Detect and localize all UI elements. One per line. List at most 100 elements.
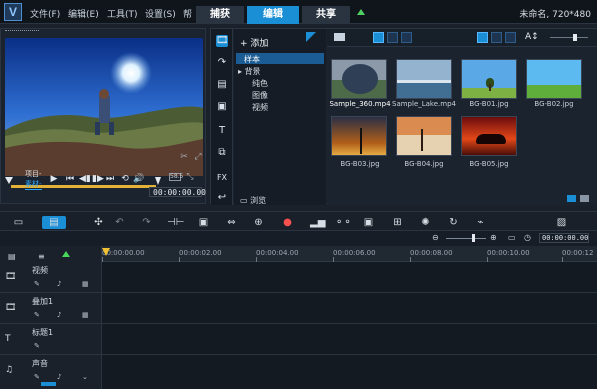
audio-mixer-icon[interactable]: ▂▅	[310, 216, 325, 229]
subtitle-icon[interactable]: ⊞	[391, 216, 404, 229]
repeat-icon[interactable]: ⟲	[120, 174, 130, 184]
thumb-bg-b03[interactable]	[331, 116, 387, 156]
auto-music-icon[interactable]: ⚬⚬	[335, 216, 352, 229]
grid-icon[interactable]: ▦	[82, 311, 90, 319]
expand-icon[interactable]: ⌄	[82, 373, 90, 381]
fit-project-icon[interactable]: ▨	[555, 216, 568, 229]
folder-video[interactable]: 视频	[252, 102, 268, 113]
prev-frame-icon[interactable]: ◀▮	[79, 174, 91, 184]
clock-icon[interactable]: ◷	[524, 233, 531, 242]
menu-file[interactable]: 文件(F)	[30, 7, 60, 20]
thumb-size-slider[interactable]	[550, 37, 588, 38]
edit-icon[interactable]: ✎	[34, 280, 42, 288]
thumb-bg-b01[interactable]	[461, 59, 517, 99]
library-options-icon[interactable]	[580, 195, 589, 202]
folder-image[interactable]: 图像	[252, 90, 268, 101]
panel-grip[interactable]	[5, 30, 39, 31]
trim-tool-icon[interactable]: ⇔	[225, 216, 238, 229]
mute-icon[interactable]: ♪	[57, 280, 65, 288]
detail-view-button[interactable]	[491, 32, 502, 43]
toolbox-icon[interactable]: ✣	[92, 216, 105, 229]
track-manager-icon[interactable]: ⊣⊢	[167, 216, 184, 229]
timeline-view-icon[interactable]: ▤	[42, 216, 66, 229]
thumb-bg-b02[interactable]	[526, 59, 582, 99]
trim-icon[interactable]: ✂	[179, 152, 189, 162]
speed-box[interactable]: 58.5	[169, 173, 183, 181]
playhead-icon[interactable]	[102, 248, 110, 256]
tab-edit[interactable]: 编辑	[247, 6, 299, 24]
mute-icon[interactable]: ♪	[57, 311, 65, 319]
audio-filter-button[interactable]	[401, 32, 412, 43]
edit-icon[interactable]: ✎	[34, 373, 42, 381]
effect-icon[interactable]: ⧉	[216, 147, 228, 159]
edit-icon[interactable]: ✎	[34, 342, 42, 350]
multi-trim-icon[interactable]: ⊕	[252, 216, 265, 229]
record-icon[interactable]: ●	[281, 216, 294, 229]
add-button[interactable]: + 添加	[240, 36, 268, 49]
transition-icon[interactable]: ↷	[216, 57, 228, 69]
edit-icon[interactable]: ✎	[34, 311, 42, 319]
storyboard-view-icon[interactable]: ▭	[12, 216, 25, 229]
thumb-bg-b05[interactable]	[461, 116, 517, 156]
menu-tools[interactable]: 工具(T)	[107, 7, 138, 20]
play-icon[interactable]: ▶	[49, 174, 59, 184]
grid-icon[interactable]: ▦	[82, 280, 90, 288]
menu-edit[interactable]: 编辑(E)	[68, 7, 99, 20]
library-panel-icon[interactable]	[567, 195, 576, 202]
path-icon[interactable]: ↩	[216, 192, 228, 204]
motion-tracking-icon[interactable]: ▣	[362, 216, 375, 229]
volume-icon[interactable]: 🔊	[133, 174, 144, 184]
browse-button[interactable]: ▭ 浏览	[240, 195, 266, 206]
scroll-thumb[interactable]	[41, 382, 56, 386]
folder-solid[interactable]: 纯色	[252, 78, 268, 89]
split-icon[interactable]: ⤢	[193, 152, 203, 162]
timelapse-icon[interactable]: ⌁	[474, 216, 487, 229]
sort-icon[interactable]: A↕	[525, 32, 539, 42]
zoom-handle[interactable]	[472, 234, 475, 242]
scrub-marker-start[interactable]	[5, 177, 13, 184]
track-manager-icon[interactable]: ▤	[8, 252, 16, 261]
add-chapter-icon[interactable]	[62, 251, 70, 257]
fit-icon[interactable]: ▭	[508, 233, 516, 242]
tab-capture[interactable]: 捕获	[196, 6, 244, 24]
mode-project[interactable]: 项目-	[25, 169, 42, 179]
next-frame-icon[interactable]: ▮▶	[92, 174, 104, 184]
end-icon[interactable]: ⏭	[105, 174, 115, 184]
zoom-slider[interactable]	[446, 238, 486, 239]
tab-share[interactable]: 共享	[302, 6, 350, 24]
title-icon[interactable]: ▤	[216, 79, 228, 91]
home-icon[interactable]: ⏮	[65, 174, 75, 184]
photo-filter-button[interactable]	[387, 32, 398, 43]
mute-icon[interactable]: ♪	[57, 373, 65, 381]
thumb-size-handle[interactable]	[573, 34, 577, 41]
project-timecode[interactable]: 00:00:00.00	[539, 233, 589, 243]
thumb-bg-b04[interactable]	[396, 116, 452, 156]
preview-timecode[interactable]: 00:00:00.00	[149, 187, 206, 197]
resize-icon[interactable]: ⤡	[185, 172, 195, 182]
multicam-icon[interactable]: ↻	[447, 216, 460, 229]
folder-background[interactable]: ▸ 背景	[238, 66, 261, 77]
thumb-sample-lake[interactable]	[396, 59, 452, 99]
zoom-in-icon[interactable]: ⊕	[490, 233, 497, 242]
scrub-marker-end[interactable]	[155, 177, 161, 185]
fx-icon[interactable]: FX	[216, 172, 228, 184]
folder-sample[interactable]: 样本	[244, 54, 260, 65]
menu-help[interactable]: 帮	[183, 7, 192, 20]
video-filter-button[interactable]	[373, 32, 384, 43]
thumb-sample-360[interactable]	[331, 59, 387, 99]
tracks-icon[interactable]: ≡	[38, 252, 45, 261]
aspect-icon[interactable]: ▣	[197, 216, 210, 229]
thumbnail-view-button[interactable]	[505, 32, 516, 43]
list-view-button[interactable]	[477, 32, 488, 43]
redo-icon[interactable]: ↷	[140, 216, 153, 229]
zoom-out-icon[interactable]: ⊖	[432, 233, 439, 242]
menu-settings[interactable]: 设置(S)	[145, 7, 176, 20]
upload-icon[interactable]	[357, 9, 365, 15]
graphic-icon[interactable]: ▣	[216, 101, 228, 113]
undo-icon[interactable]: ↶	[113, 216, 126, 229]
mode-material[interactable]: 素材-	[25, 179, 42, 190]
folder-icon[interactable]	[334, 33, 345, 41]
text-icon[interactable]: T	[216, 125, 228, 137]
paint-creator-icon[interactable]: ✺	[419, 216, 432, 229]
media-icon[interactable]: 🎞	[216, 35, 229, 47]
